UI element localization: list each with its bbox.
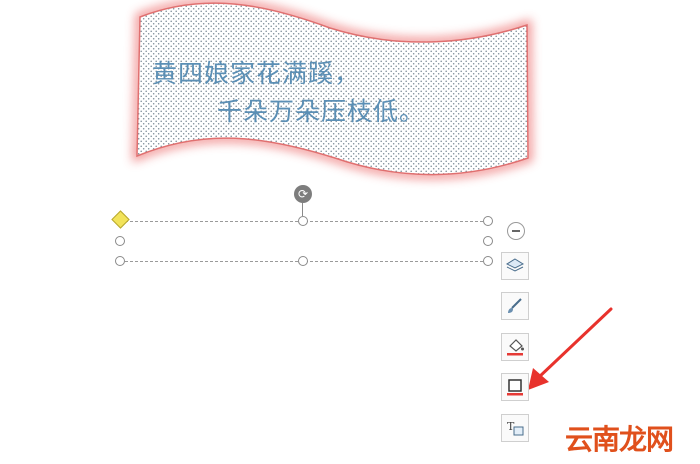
rotate-handle-icon[interactable]: ⟳ [294, 185, 312, 203]
resize-handle-bottom-left[interactable] [115, 256, 125, 266]
brush-icon [508, 298, 522, 313]
text-box-button[interactable]: T [501, 414, 529, 442]
watermark-logo: 云南龙网 [565, 423, 674, 456]
fill-button[interactable] [501, 333, 529, 361]
fill-bucket-icon [507, 339, 524, 356]
text-box-icon: T [507, 420, 524, 436]
shape-outline-icon [507, 379, 523, 396]
layers-button[interactable] [501, 252, 529, 280]
resize-handle-bottom[interactable] [298, 256, 308, 266]
resize-handle-bottom-right[interactable] [483, 256, 493, 266]
wordart-line-2: 千朵万朵压枝低。 [217, 97, 426, 126]
wordart-line-1: 黄四娘家花满蹊， [152, 59, 361, 88]
rotate-handle-stem [302, 203, 303, 216]
resize-handle-top[interactable] [298, 216, 308, 226]
resize-handle-left[interactable] [115, 236, 125, 246]
resize-handle-top-right[interactable] [483, 216, 493, 226]
outline-button[interactable] [501, 373, 529, 401]
annotation-arrow [536, 307, 613, 380]
style-brush-button[interactable] [501, 292, 529, 320]
collapse-toolbar-icon[interactable] [507, 222, 525, 240]
layers-icon [505, 258, 525, 272]
resize-handle-right[interactable] [483, 236, 493, 246]
